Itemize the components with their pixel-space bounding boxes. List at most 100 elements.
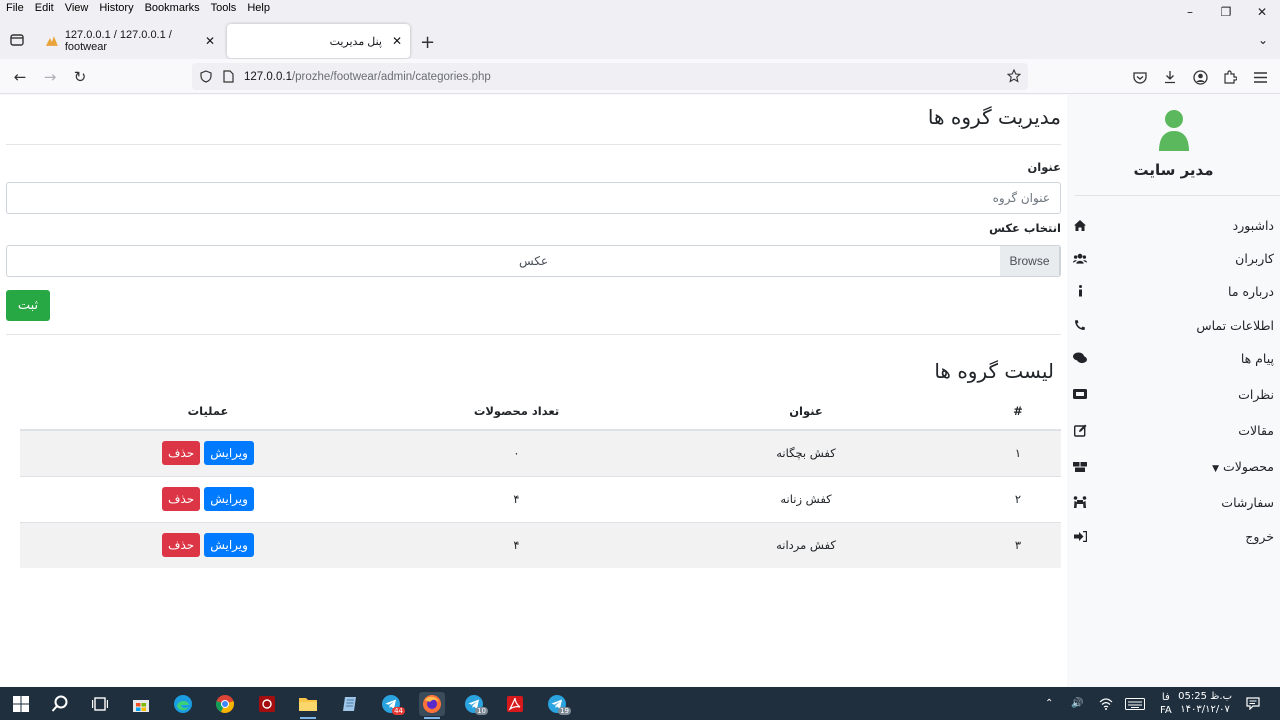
phpmyadmin-icon bbox=[45, 36, 58, 46]
image-file-input[interactable]: عکس Browse bbox=[6, 245, 1061, 277]
sidebar-item-contact[interactable]: اطلاعات تماس bbox=[1073, 314, 1274, 336]
sidebar-item-comments[interactable]: نظرات bbox=[1073, 383, 1274, 405]
tab-phpmyadmin[interactable]: 127.0.0.1 / 127.0.0.1 / footwear ✕ bbox=[37, 24, 223, 58]
reload-icon[interactable]: ↻ bbox=[69, 66, 91, 88]
sidebar-item-articles[interactable]: مقالات bbox=[1073, 419, 1274, 441]
sidebar-item-messages[interactable]: پیام ها bbox=[1073, 347, 1274, 369]
chevron-up-icon[interactable]: ⌃ bbox=[1045, 687, 1053, 720]
language-fa: فا bbox=[1161, 691, 1170, 703]
sidebar-item-label: داشبورد bbox=[1232, 217, 1274, 233]
file-explorer-icon[interactable] bbox=[295, 692, 321, 719]
wifi-icon[interactable] bbox=[1099, 687, 1113, 720]
bookmark-star-icon[interactable] bbox=[1006, 68, 1022, 84]
windows-start-icon[interactable] bbox=[8, 692, 34, 716]
edge-icon[interactable] bbox=[170, 692, 196, 716]
store-icon[interactable] bbox=[128, 692, 154, 716]
notification-badge: 10 bbox=[475, 707, 488, 715]
row-actions: ویرایش حذف bbox=[20, 475, 396, 522]
pocket-icon[interactable] bbox=[1130, 67, 1150, 87]
telegram-icon[interactable]: 10 bbox=[461, 692, 488, 716]
row-title: کفش زنانه bbox=[637, 475, 975, 522]
delete-button[interactable]: حذف bbox=[162, 487, 201, 511]
tab-bar: 127.0.0.1 / 127.0.0.1 / footwear ✕ پنل م… bbox=[0, 16, 1280, 59]
page-content: مدیر سایت داشبورد کاربران درباره ما اطلا… bbox=[0, 95, 1280, 687]
search-icon[interactable] bbox=[47, 692, 73, 716]
sidebar-divider bbox=[1075, 195, 1280, 196]
download-icon[interactable] bbox=[1160, 67, 1180, 87]
page-title: مدیریت گروه ها bbox=[927, 105, 1061, 129]
menu-file[interactable]: File bbox=[0, 2, 29, 14]
tab-admin-panel[interactable]: پنل مدیریت ✕ bbox=[227, 24, 410, 58]
category-title-input[interactable]: عنوان گروه bbox=[6, 182, 1061, 214]
tab-title: پنل مدیریت bbox=[329, 35, 382, 48]
back-icon[interactable]: ← bbox=[9, 66, 31, 88]
row-title: کفش مردانه bbox=[637, 521, 975, 568]
sidebar-item-label: محصولات bbox=[1223, 458, 1274, 474]
menu-view[interactable]: View bbox=[59, 2, 94, 14]
table-row: ۲ کفش زنانه ۴ ویرایش حذف bbox=[20, 475, 1061, 522]
volume-icon[interactable]: 🔊 bbox=[1071, 687, 1083, 720]
sidebar-item-users[interactable]: کاربران bbox=[1073, 247, 1274, 269]
delete-button[interactable]: حذف bbox=[162, 441, 201, 466]
sidebar-item-label: کاربران bbox=[1235, 250, 1274, 266]
menu-edit[interactable]: Edit bbox=[29, 2, 59, 14]
keyboard-icon[interactable] bbox=[1125, 687, 1145, 720]
categories-table: # عنوان تعداد محصولات عملیات ۱ کفش بچگان… bbox=[20, 393, 1061, 568]
sidebar-item-label: پیام ها bbox=[1240, 350, 1274, 366]
url-text: 127.0.0.1/prozhe/footwear/admin/categori… bbox=[244, 71, 491, 83]
submit-button[interactable]: ثبت bbox=[6, 290, 50, 321]
telegram-icon[interactable]: 44 bbox=[378, 692, 405, 716]
menu-tools[interactable]: Tools bbox=[205, 2, 242, 14]
menu-help[interactable]: Help bbox=[241, 2, 275, 14]
row-count: ۴ bbox=[396, 475, 637, 522]
people-carry-icon bbox=[1073, 495, 1087, 509]
sidebar-item-label: درباره ما bbox=[1228, 283, 1274, 299]
actions-group: ویرایش حذف bbox=[162, 533, 254, 558]
forward-icon[interactable]: → bbox=[39, 66, 61, 88]
notification-badge: 44 bbox=[392, 707, 405, 715]
acrobat-icon[interactable] bbox=[502, 692, 528, 716]
row-actions: ویرایش حذف bbox=[20, 429, 396, 476]
chrome-icon[interactable] bbox=[212, 692, 238, 716]
title-divider bbox=[6, 144, 1061, 145]
notification-center-icon[interactable] bbox=[1246, 687, 1260, 720]
task-view-icon[interactable] bbox=[87, 692, 113, 716]
url-bar[interactable]: 127.0.0.1/prozhe/footwear/admin/categori… bbox=[192, 63, 1028, 90]
menu-history[interactable]: History bbox=[93, 2, 138, 14]
sidebar-item-about[interactable]: درباره ما bbox=[1073, 280, 1274, 302]
tab-title: 127.0.0.1 / 127.0.0.1 / footwear bbox=[64, 29, 172, 53]
close-tab-icon[interactable]: ✕ bbox=[392, 34, 402, 48]
admin-sidebar: مدیر سایت داشبورد کاربران درباره ما اطلا… bbox=[1067, 95, 1280, 687]
firefox-icon[interactable] bbox=[419, 692, 445, 719]
title-field-label: عنوان bbox=[1027, 160, 1061, 174]
notes-app-icon[interactable] bbox=[337, 692, 363, 716]
edit-button[interactable]: ویرایش bbox=[204, 533, 254, 558]
sign-out-icon bbox=[1073, 529, 1087, 543]
tab-list-icon[interactable] bbox=[6, 29, 28, 51]
edit-button[interactable]: ویرایش bbox=[204, 487, 254, 511]
url-host: 127.0.0.1 bbox=[244, 70, 292, 83]
chevron-down-icon[interactable]: ⌄ bbox=[1258, 33, 1268, 47]
extensions-icon[interactable] bbox=[1220, 67, 1240, 87]
menu-bookmarks[interactable]: Bookmarks bbox=[139, 2, 205, 14]
telegram-icon[interactable]: 19 bbox=[544, 692, 571, 716]
column-header: عملیات bbox=[20, 393, 396, 431]
list-title: لیست گروه ها bbox=[934, 359, 1054, 383]
system-clock[interactable]: 05:25 ب.ظ ۱۴۰۳/۱۲/۰۷ bbox=[1178, 690, 1232, 716]
account-icon[interactable] bbox=[1190, 67, 1210, 87]
new-tab-icon[interactable]: + bbox=[420, 32, 435, 53]
sidebar-item-orders[interactable]: سفارشات bbox=[1073, 491, 1274, 513]
app-red-icon[interactable] bbox=[254, 692, 280, 716]
edit-button[interactable]: ویرایش bbox=[204, 441, 254, 466]
clock-date: ۱۴۰۳/۱۲/۰۷ bbox=[1180, 704, 1230, 715]
hamburger-menu-icon[interactable] bbox=[1250, 67, 1270, 87]
page-icon[interactable] bbox=[220, 68, 236, 84]
shield-icon[interactable] bbox=[198, 68, 214, 84]
language-indicator[interactable]: فا FA bbox=[1160, 687, 1172, 720]
sidebar-item-dashboard[interactable]: داشبورد bbox=[1073, 214, 1274, 236]
sidebar-item-products[interactable]: محصولات ▼ bbox=[1073, 455, 1274, 477]
close-tab-icon[interactable]: ✕ bbox=[205, 34, 215, 48]
browse-button[interactable]: Browse bbox=[1000, 246, 1060, 276]
sidebar-item-logout[interactable]: خروج bbox=[1073, 525, 1274, 547]
delete-button[interactable]: حذف bbox=[162, 533, 201, 558]
